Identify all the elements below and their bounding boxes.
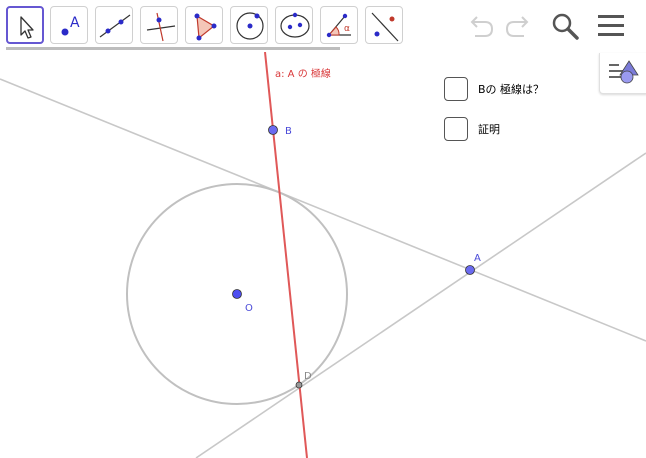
- menu-icon: [598, 15, 624, 36]
- circle-tool-icon: [236, 12, 264, 40]
- circle-tool-button[interactable]: [230, 6, 268, 44]
- line-tool-icon: [99, 14, 131, 38]
- point-d-label: D: [304, 371, 312, 382]
- svg-text:A: A: [70, 15, 80, 31]
- line-a-label: a: A の 極線: [275, 67, 331, 80]
- angle-tool-icon: α: [326, 13, 351, 38]
- point-b-label: B: [285, 126, 292, 137]
- proof-checkbox-row[interactable]: 証明: [444, 117, 500, 141]
- proof-checkbox-label: 証明: [478, 123, 500, 136]
- redo-button[interactable]: [502, 10, 534, 42]
- svg-text:α: α: [344, 24, 350, 34]
- move-tool-button[interactable]: [6, 6, 44, 44]
- center-point-o[interactable]: [232, 289, 242, 299]
- menu-button[interactable]: [595, 10, 627, 42]
- reflect-tool-button[interactable]: [365, 6, 403, 44]
- proof-checkbox[interactable]: [444, 117, 468, 141]
- tangent-line-2[interactable]: [195, 152, 646, 458]
- line-tool-button[interactable]: [95, 6, 133, 44]
- polar-of-b-checkbox-row[interactable]: Bの 極線は？: [444, 77, 544, 101]
- polygon-tool-button[interactable]: [185, 6, 223, 44]
- toolbar: A α: [0, 0, 646, 50]
- point-tool-icon: A: [61, 15, 80, 36]
- perpendicular-line-tool-icon: [146, 12, 176, 42]
- tangent-line-1[interactable]: [0, 78, 646, 342]
- point-a[interactable]: [465, 265, 475, 275]
- polygon-tool-icon: [194, 13, 217, 41]
- point-d[interactable]: [295, 381, 303, 389]
- reflect-tool-icon: [371, 12, 399, 42]
- point-tool-button[interactable]: A: [50, 6, 88, 44]
- polar-of-b-checkbox[interactable]: [444, 77, 468, 101]
- algebra-view-toggle[interactable]: [599, 53, 646, 94]
- polar-of-b-checkbox-label: Bの 極線は？: [478, 83, 545, 96]
- move-tool-icon: [20, 16, 34, 39]
- algebra-view-icon: [609, 60, 639, 84]
- search-icon: [552, 13, 579, 40]
- point-b[interactable]: [268, 125, 278, 135]
- search-button[interactable]: [549, 10, 581, 42]
- toolbar-scroll-indicator: [6, 47, 340, 50]
- redo-icon: [505, 16, 529, 37]
- undo-button[interactable]: [465, 10, 497, 42]
- conic-tool-icon: [280, 12, 310, 38]
- point-o-label: O: [245, 303, 253, 314]
- conic-tool-button[interactable]: [275, 6, 313, 44]
- point-a-label: A: [474, 253, 481, 264]
- graphics-view[interactable]: a: A の 極線 B A O D: [0, 52, 646, 458]
- undo-icon: [470, 16, 494, 37]
- perpendicular-tool-button[interactable]: [140, 6, 178, 44]
- angle-tool-button[interactable]: α: [320, 6, 358, 44]
